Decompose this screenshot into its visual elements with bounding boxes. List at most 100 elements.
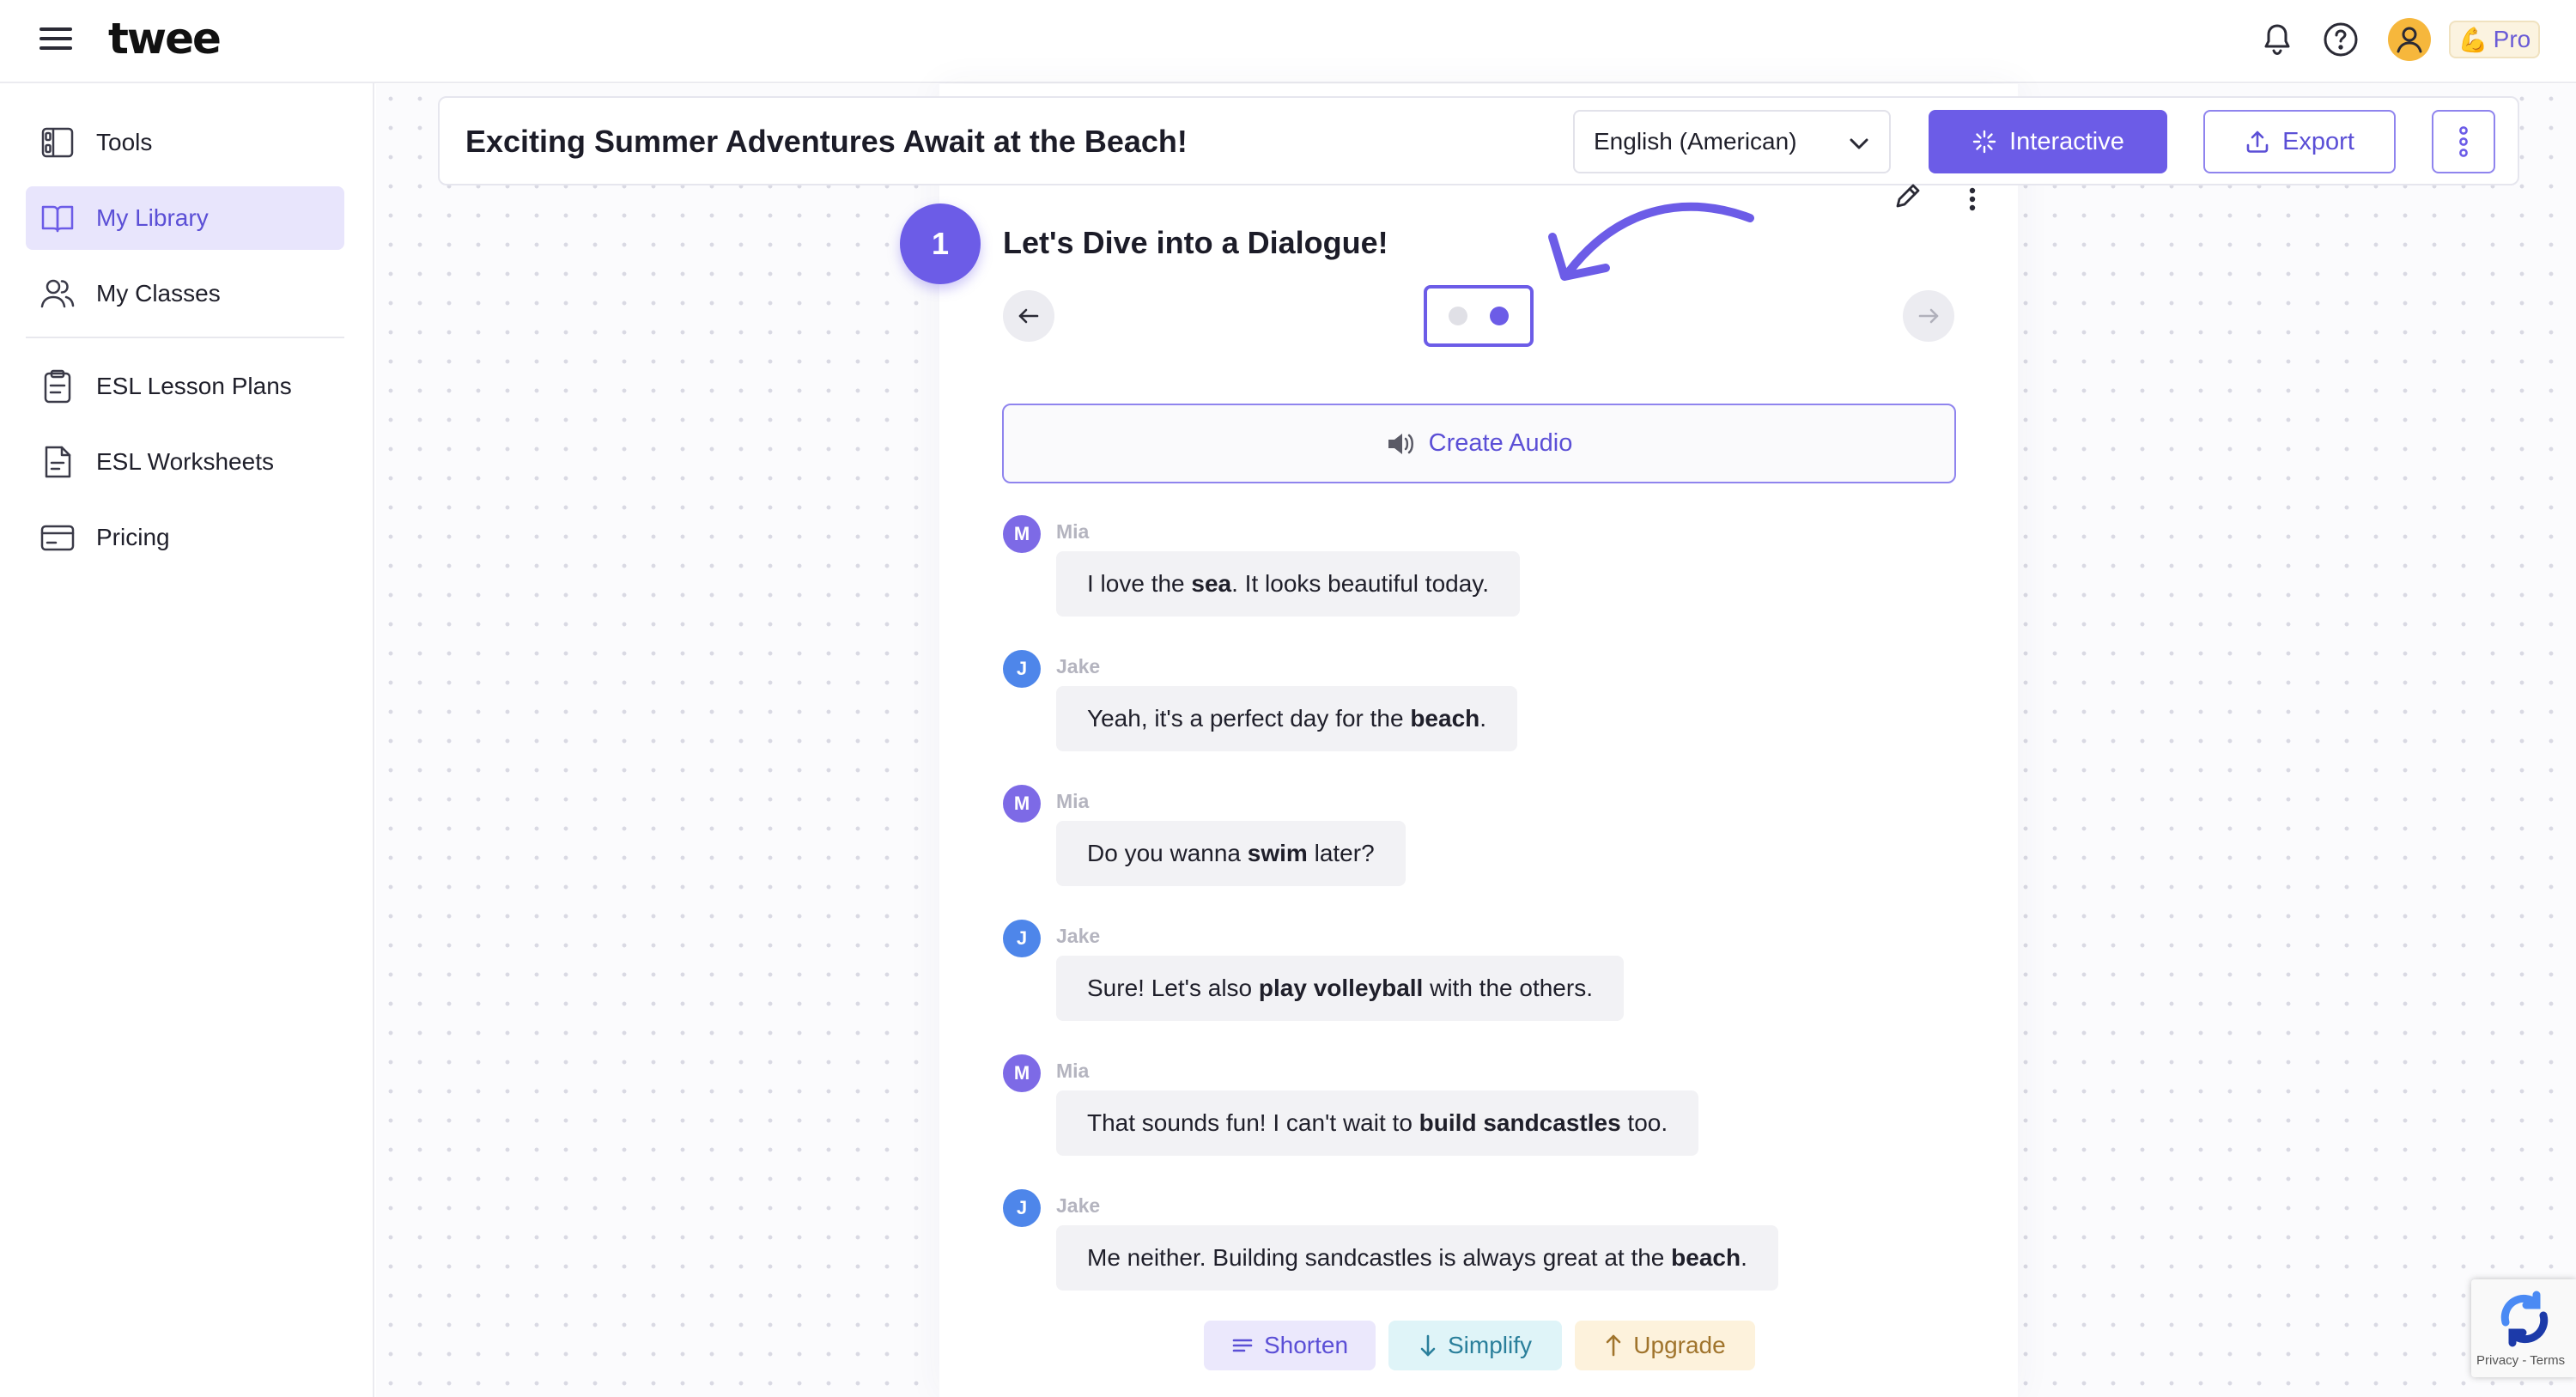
- kebab-menu-icon: [2459, 126, 2468, 157]
- speaker-avatar: M: [1003, 1054, 1041, 1092]
- sidebar-item-my-classes[interactable]: My Classes: [26, 262, 344, 325]
- arrow-left-icon: [1018, 308, 1039, 324]
- speaker-avatar: J: [1003, 1189, 1041, 1227]
- speaker-avatar: J: [1003, 650, 1041, 688]
- pro-badge[interactable]: 💪 Pro: [2449, 21, 2540, 58]
- language-value: English (American): [1594, 128, 1797, 155]
- upgrade-label: Upgrade: [1633, 1332, 1726, 1358]
- users-icon: [40, 279, 75, 308]
- next-slide-button[interactable]: [1903, 290, 1954, 342]
- slide-pager[interactable]: [1424, 285, 1534, 347]
- sidebar-divider: [26, 337, 344, 338]
- arrow-up-icon: [1606, 1334, 1621, 1357]
- export-label: Export: [2282, 127, 2354, 155]
- avatar[interactable]: [2387, 17, 2432, 62]
- dialogue-text: . It looks beautiful today.: [1231, 570, 1490, 597]
- dialogue-bubble[interactable]: Me neither. Building sandcastles is alwa…: [1056, 1225, 1778, 1291]
- sidebar-item-pricing[interactable]: Pricing: [26, 506, 344, 569]
- speaker-name: Mia: [1056, 1060, 1090, 1082]
- sidebar-item-label: ESL Lesson Plans: [96, 373, 292, 399]
- dialogue-text: Yeah, it's a perfect day for the: [1087, 705, 1411, 732]
- arrow-down-icon: [1420, 1334, 1436, 1357]
- library-book-icon: [41, 205, 74, 233]
- dialogue-bubble[interactable]: Do you wanna swim later?: [1056, 821, 1406, 886]
- vocabulary-word: beach: [1410, 705, 1480, 732]
- speaker-name: Mia: [1056, 520, 1090, 543]
- vocabulary-word: swim: [1247, 840, 1308, 866]
- pencil-icon[interactable]: [1891, 179, 1925, 213]
- upgrade-button[interactable]: Upgrade: [1575, 1321, 1755, 1370]
- sidebar-item-label: ESL Worksheets: [96, 448, 274, 475]
- dialogue-bubble[interactable]: That sounds fun! I can't wait to build s…: [1056, 1090, 1699, 1156]
- dialogue-bubble[interactable]: Sure! Let's also play volleyball with th…: [1056, 956, 1624, 1021]
- menu-icon[interactable]: [39, 26, 74, 52]
- shorten-button[interactable]: Shorten: [1204, 1321, 1376, 1370]
- speaker-name: Mia: [1056, 790, 1090, 812]
- speaker-avatar: M: [1003, 515, 1041, 553]
- interactive-button[interactable]: Interactive: [1929, 110, 2167, 173]
- sidebar-item-label: My Classes: [96, 280, 221, 307]
- vocabulary-word: play volleyball: [1258, 975, 1424, 1001]
- sidebar-item-esl-worksheets[interactable]: ESL Worksheets: [26, 430, 344, 494]
- vocabulary-word: sea: [1191, 570, 1232, 597]
- help-icon[interactable]: [2320, 19, 2361, 60]
- speaker-name: Jake: [1056, 925, 1101, 947]
- language-select[interactable]: English (American): [1573, 110, 1891, 173]
- dialogue-text: I love the: [1087, 570, 1192, 597]
- sidebar-item-label: Tools: [96, 129, 153, 155]
- credit-card-icon: [40, 525, 75, 551]
- clipboard-icon: [44, 369, 71, 404]
- speaker-avatar: M: [1003, 785, 1041, 823]
- pager-dot-active[interactable]: [1490, 307, 1509, 325]
- upload-icon: [2246, 131, 2269, 153]
- previous-slide-button[interactable]: [1003, 290, 1054, 342]
- curved-arrow-icon: [1548, 202, 1754, 281]
- section-number: 1: [900, 203, 981, 284]
- sidebar: Tools My Library My Classes ESL Lesson P…: [0, 83, 374, 1397]
- simplify-button[interactable]: Simplify: [1388, 1321, 1562, 1370]
- tools-icon: [41, 127, 74, 158]
- sidebar-item-tools[interactable]: Tools: [26, 111, 344, 174]
- create-audio-label: Create Audio: [1428, 429, 1573, 457]
- more-options-button[interactable]: [2432, 110, 2495, 173]
- section-menu-icon[interactable]: [1959, 182, 1985, 216]
- create-audio-button[interactable]: Create Audio: [1002, 404, 1956, 483]
- arrow-right-icon: [1918, 308, 1939, 324]
- sidebar-item-label: My Library: [96, 204, 209, 231]
- recaptcha-icon: [2500, 1291, 2549, 1347]
- lesson-title[interactable]: Exciting Summer Adventures Await at the …: [465, 124, 1188, 160]
- dialogue-text: Me neither. Building sandcastles is alwa…: [1087, 1244, 1672, 1271]
- lines-icon: [1232, 1339, 1253, 1352]
- vocabulary-word: beach: [1671, 1244, 1741, 1271]
- sidebar-item-esl-lesson-plans[interactable]: ESL Lesson Plans: [26, 355, 344, 418]
- dialogue-text: Sure! Let's also: [1087, 975, 1259, 1001]
- dialogue-text: Do you wanna: [1087, 840, 1248, 866]
- dialogue-bubble[interactable]: I love the sea. It looks beautiful today…: [1056, 551, 1521, 617]
- worksheet-icon: [45, 446, 71, 478]
- speaker-icon: [1388, 433, 1413, 454]
- lesson-header: Exciting Summer Adventures Await at the …: [438, 96, 2519, 185]
- dialogue-text: later?: [1307, 840, 1375, 866]
- dialogue-text: too.: [1620, 1109, 1668, 1136]
- speaker-avatar: J: [1003, 920, 1041, 957]
- dialogue-bubble[interactable]: Yeah, it's a perfect day for the beach.: [1056, 686, 1518, 751]
- chevron-down-icon: [1850, 138, 1868, 149]
- section-title[interactable]: Let's Dive into a Dialogue!: [1003, 225, 1388, 261]
- flexed-biceps-icon: 💪: [2458, 26, 2488, 53]
- export-button[interactable]: Export: [2203, 110, 2396, 173]
- vocabulary-word: build sandcastles: [1419, 1109, 1621, 1136]
- sparkle-icon: [1972, 130, 1996, 154]
- pager-dot[interactable]: [1449, 307, 1467, 325]
- top-bar: twee 💪 Pro: [0, 0, 2576, 83]
- pro-label: Pro: [2493, 26, 2531, 52]
- interactive-label: Interactive: [2009, 127, 2124, 155]
- dialogue-text: .: [1741, 1244, 1747, 1271]
- sidebar-item-label: Pricing: [96, 524, 170, 550]
- speaker-name: Jake: [1056, 655, 1101, 677]
- recaptcha-links[interactable]: Privacy - Terms: [2476, 1353, 2565, 1368]
- recaptcha-badge[interactable]: Privacy - Terms: [2471, 1279, 2576, 1377]
- app-logo[interactable]: twee: [108, 14, 222, 64]
- simplify-label: Simplify: [1447, 1332, 1532, 1358]
- sidebar-item-my-library[interactable]: My Library: [26, 186, 344, 250]
- bell-icon[interactable]: [2257, 19, 2298, 60]
